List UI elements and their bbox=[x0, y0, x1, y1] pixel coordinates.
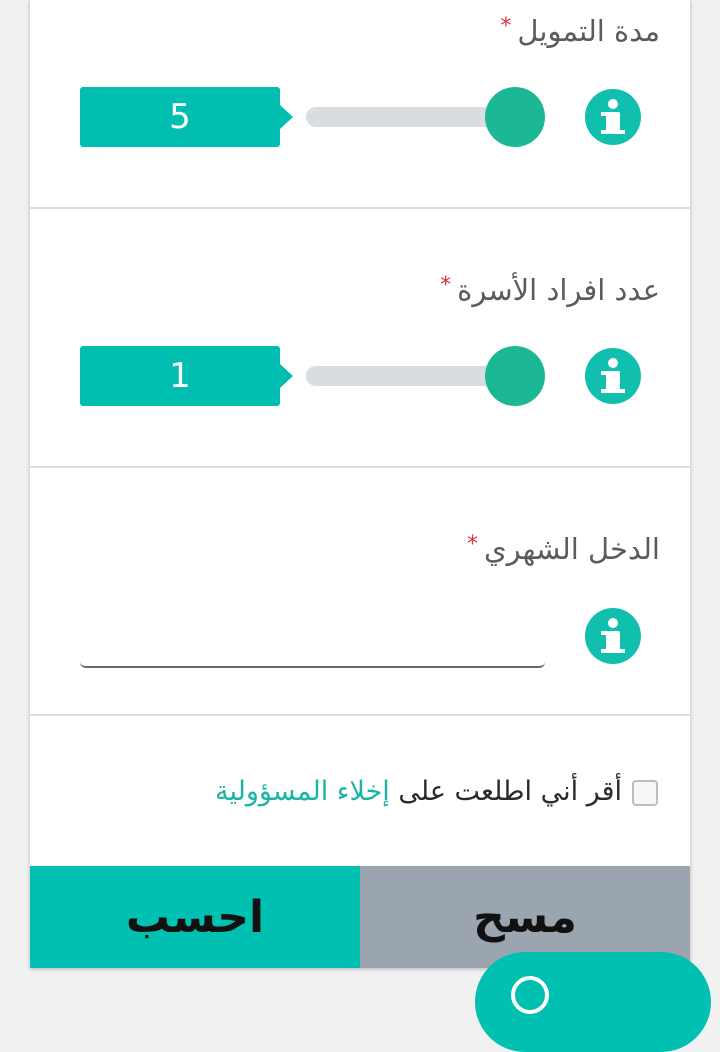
family-members-label-text: عدد افراد الأسرة bbox=[457, 273, 660, 307]
info-icon[interactable] bbox=[585, 89, 641, 145]
info-icon[interactable] bbox=[585, 608, 641, 664]
family-members-label: عدد افراد الأسرة* bbox=[440, 273, 660, 307]
financing-period-label-text: مدة التمويل bbox=[517, 14, 660, 48]
family-members-slider-thumb[interactable] bbox=[485, 346, 545, 406]
monthly-income-section: الدخل الشهري* bbox=[30, 468, 690, 716]
family-members-section: عدد افراد الأسرة* 1 bbox=[30, 209, 690, 468]
required-asterisk: * bbox=[440, 273, 452, 298]
financing-period-label: مدة التمويل* bbox=[500, 14, 660, 48]
family-members-value: 1 bbox=[80, 346, 293, 406]
monthly-income-label: الدخل الشهري* bbox=[467, 532, 660, 566]
financing-period-value: 5 bbox=[80, 87, 293, 147]
calculate-button[interactable]: احسب bbox=[30, 866, 360, 968]
required-asterisk: * bbox=[466, 532, 478, 557]
agreement-checkbox[interactable] bbox=[632, 779, 658, 806]
agreement-row: أقر أني اطلعت على إخلاء المسؤولية bbox=[215, 776, 658, 807]
required-asterisk: * bbox=[500, 14, 512, 39]
financing-period-section: مدة التمويل* 5 bbox=[30, 0, 690, 209]
monthly-income-input[interactable] bbox=[80, 630, 545, 668]
chat-icon bbox=[511, 976, 549, 1014]
calculator-card: مدة التمويل* 5 عدد افراد الأسرة* 1 الدخل… bbox=[30, 0, 690, 968]
financing-period-slider-thumb[interactable] bbox=[485, 87, 545, 147]
agreement-text: أقر أني اطلعت على bbox=[389, 776, 622, 807]
monthly-income-label-text: الدخل الشهري bbox=[483, 532, 660, 566]
floating-action-button[interactable] bbox=[475, 952, 711, 1052]
disclaimer-link[interactable]: إخلاء المسؤولية bbox=[215, 776, 390, 807]
info-icon[interactable] bbox=[585, 348, 641, 404]
